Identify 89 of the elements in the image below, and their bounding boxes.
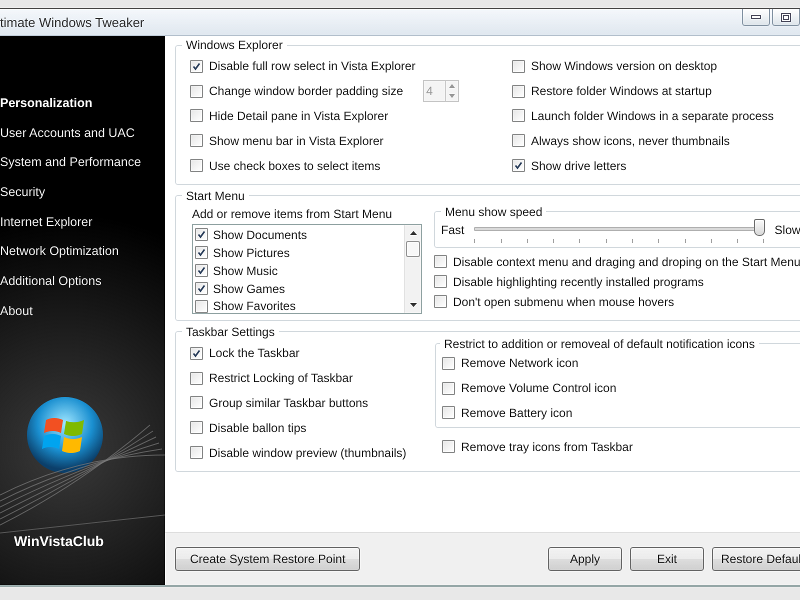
list-item[interactable]: Show Music — [213, 264, 278, 278]
group-title: Restrict to addition or removeal of default notification icons — [443, 336, 756, 351]
window-title: timate Windows Tweaker — [0, 14, 144, 30]
up-arrow-icon — [449, 84, 456, 88]
sidebar-item[interactable]: Internet Explorer — [0, 206, 165, 236]
minimize-icon — [751, 15, 761, 19]
checkbox-label: Disable full row select in Vista Explorer — [209, 59, 416, 74]
checkbox[interactable] — [512, 159, 525, 172]
flag-orb-icon — [26, 396, 104, 474]
checkbox[interactable] — [512, 84, 525, 98]
checkbox[interactable] — [190, 421, 203, 434]
scroll-down-icon[interactable] — [410, 302, 416, 307]
checkbox[interactable] — [190, 446, 203, 460]
checkbox-label: Remove Volume Control icon — [461, 381, 616, 396]
checkbox[interactable] — [442, 382, 455, 395]
sidebar-item[interactable]: Security — [0, 177, 165, 207]
checkbox[interactable] — [195, 300, 208, 313]
dialog-button[interactable]: Apply — [548, 547, 622, 571]
checkbox-label: Always show icons, never thumbnails — [531, 134, 730, 148]
list-item[interactable]: Show Pictures — [213, 246, 290, 260]
group-title: Taskbar Settings — [185, 324, 276, 339]
sidebar-item[interactable]: System and Performance — [0, 147, 165, 178]
dialog-button[interactable]: Exit — [630, 547, 704, 571]
checkbox-label: Group similar Taskbar buttons — [209, 396, 368, 410]
checkbox-label: Disable ballon tips — [209, 420, 306, 435]
checkbox[interactable] — [190, 159, 203, 172]
list-item[interactable]: Show Favorites — [213, 299, 296, 314]
scroll-thumb[interactable] — [406, 240, 420, 257]
list-item[interactable]: Show Games — [213, 282, 286, 296]
checkbox[interactable] — [434, 295, 447, 308]
group-title: Start Menu — [185, 188, 246, 203]
scroll-up-icon[interactable] — [410, 230, 416, 235]
sidebar-item[interactable]: About — [0, 296, 165, 326]
checkbox-label: Use check boxes to select items — [209, 158, 380, 173]
checkbox-label: Show drive letters — [531, 158, 626, 173]
checkbox-label: Restore folder Windows at startup — [531, 84, 712, 98]
maximize-button[interactable] — [772, 9, 800, 26]
sidebar-item[interactable]: User Accounts and UAC — [0, 118, 165, 148]
scrollbar[interactable] — [404, 224, 421, 313]
checkbox[interactable] — [195, 228, 208, 242]
checkbox[interactable] — [190, 396, 203, 410]
speed-slider[interactable] — [474, 218, 765, 241]
checkbox[interactable] — [434, 275, 447, 288]
slider-min-label: Fast — [441, 222, 464, 237]
checkbox-label: Remove Battery icon — [461, 406, 572, 420]
checkbox-label: Disable context menu and draging and droping on the Start Menu — [453, 254, 800, 269]
checkbox-label: Show menu bar in Vista Explorer — [209, 134, 384, 148]
group-title: Menu show speed — [444, 204, 544, 219]
checkbox[interactable] — [434, 255, 447, 268]
minimize-button[interactable] — [742, 9, 770, 26]
checkbox[interactable] — [190, 346, 203, 360]
sidebar-item[interactable]: Personalization — [0, 88, 165, 118]
checkbox-label: Don't open submenu when mouse hovers — [453, 294, 674, 309]
checkbox[interactable] — [442, 406, 455, 420]
checkbox-label: Lock the Taskbar — [209, 346, 300, 360]
maximize-icon — [781, 12, 791, 22]
checkbox-label: Launch folder Windows in a separate process — [531, 108, 774, 123]
list-item[interactable]: Show Documents — [213, 228, 308, 242]
checkbox[interactable] — [195, 282, 208, 296]
checkbox-label: Restrict Locking of Taskbar — [209, 371, 353, 386]
checkbox[interactable] — [512, 60, 525, 73]
checkbox-label: Remove Network icon — [461, 356, 578, 370]
checkbox-label: Disable highlighting recently installed programs — [453, 274, 704, 289]
sidebar-item[interactable]: Additional Options — [0, 266, 165, 296]
list-title: Add or remove items from Start Menu — [192, 206, 394, 221]
checkbox[interactable] — [195, 246, 208, 260]
checkbox-label: Remove tray icons from Taskbar — [461, 440, 633, 454]
restore-point-button[interactable]: Create System Restore Point — [175, 547, 360, 571]
down-arrow-icon — [449, 94, 456, 98]
checkbox[interactable] — [512, 109, 525, 122]
checkbox[interactable] — [512, 134, 525, 148]
checkbox[interactable] — [442, 356, 455, 370]
checkbox[interactable] — [190, 109, 203, 122]
checkbox-label: Hide Detail pane in Vista Explorer — [209, 108, 388, 123]
checkbox-label: Disable window preview (thumbnails) — [209, 446, 406, 460]
checkbox[interactable] — [190, 372, 203, 385]
checkbox-label: Change window border padding size — [209, 84, 404, 98]
sidebar-item[interactable]: Network Optimization — [0, 236, 165, 266]
brand-name: WinVistaClub — [14, 533, 104, 549]
group-title: Windows Explorer — [185, 38, 284, 52]
checkbox[interactable] — [442, 440, 455, 454]
checkbox-label: Show Windows version on desktop — [531, 59, 718, 74]
checkbox[interactable] — [190, 84, 203, 98]
dialog-button[interactable]: Restore Defaul — [712, 547, 800, 571]
slider-thumb[interactable] — [754, 218, 765, 236]
checklist-box[interactable]: Show Documents Show Pictures Show Music Show Games Show Favorites — [192, 224, 422, 314]
checkbox[interactable] — [195, 264, 208, 278]
checkbox[interactable] — [190, 134, 203, 148]
checkbox[interactable] — [190, 60, 203, 73]
